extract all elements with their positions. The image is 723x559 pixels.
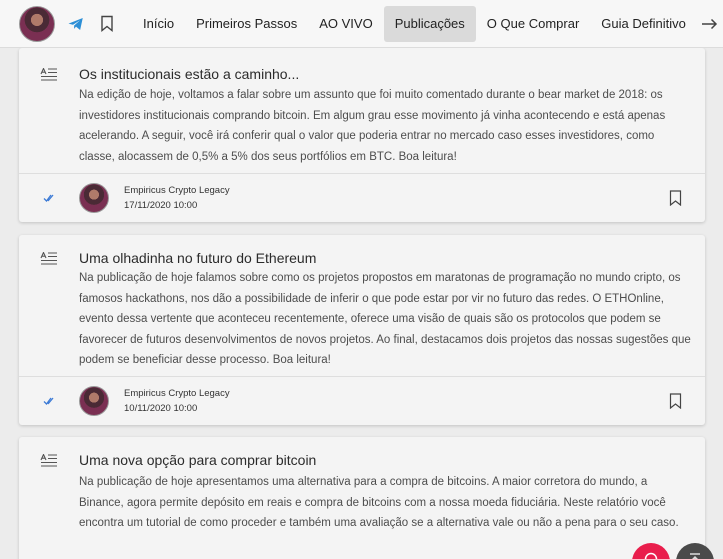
nav-item-o-que-comprar[interactable]: O Que Comprar — [476, 6, 590, 42]
post-date: 17/11/2020 10:00 — [124, 200, 198, 211]
save-bookmark-icon[interactable] — [669, 392, 682, 409]
article-list-icon — [40, 453, 58, 468]
article-list-icon — [40, 67, 58, 82]
post-summary: Na publicação de hoje apresentamos uma a… — [79, 476, 679, 529]
read-check-icon — [43, 397, 54, 405]
post-title[interactable]: Uma olhadinha no futuro do Ethereum — [79, 250, 316, 266]
author-avatar — [79, 182, 109, 213]
post-title[interactable]: Uma nova opção para comprar bitcoin — [79, 452, 316, 468]
post-summary: Na edição de hoje, voltamos a falar sobr… — [79, 89, 666, 163]
post-footer: Empiricus Crypto Legacy 10/11/2020 10:00 — [19, 376, 705, 424]
user-avatar[interactable] — [19, 5, 55, 42]
telegram-icon[interactable] — [67, 15, 85, 33]
post-card[interactable]: Uma olhadinha no futuro do Ethereum Na p… — [19, 235, 705, 425]
chat-icon — [644, 552, 658, 559]
author-name: Empiricus Crypto Legacy — [124, 388, 230, 399]
read-check-icon — [43, 194, 54, 202]
nav-item-guia-definitivo[interactable]: Guia Definitivo — [590, 6, 697, 42]
author-avatar — [79, 385, 109, 416]
main-nav: Início Primeiros Passos AO VIVO Publicaç… — [132, 5, 697, 42]
nav-item-primeiros-passos[interactable]: Primeiros Passos — [185, 6, 308, 42]
arrow-up-icon — [690, 553, 700, 559]
article-list-icon — [40, 251, 58, 266]
post-footer: Empiricus Crypto Legacy 17/11/2020 10:00 — [19, 173, 705, 221]
post-title[interactable]: Os institucionais estão a caminho... — [79, 66, 299, 82]
logout-icon[interactable] — [701, 15, 719, 33]
post-card[interactable]: Os institucionais estão a caminho... Na … — [19, 48, 705, 222]
nav-item-inicio[interactable]: Início — [132, 6, 185, 42]
top-navbar: Início Primeiros Passos AO VIVO Publicaç… — [0, 0, 723, 48]
nav-item-publicacoes[interactable]: Publicações — [383, 5, 476, 42]
save-bookmark-icon[interactable] — [669, 189, 682, 206]
bookmark-icon[interactable] — [99, 15, 115, 33]
author-name: Empiricus Crypto Legacy — [124, 185, 230, 196]
post-card[interactable]: Uma nova opção para comprar bitcoin Na p… — [19, 437, 705, 559]
post-date: 10/11/2020 10:00 — [124, 403, 198, 414]
nav-item-ao-vivo[interactable]: AO VIVO — [308, 6, 383, 42]
post-summary: Na publicação de hoje falamos sobre como… — [79, 272, 691, 366]
